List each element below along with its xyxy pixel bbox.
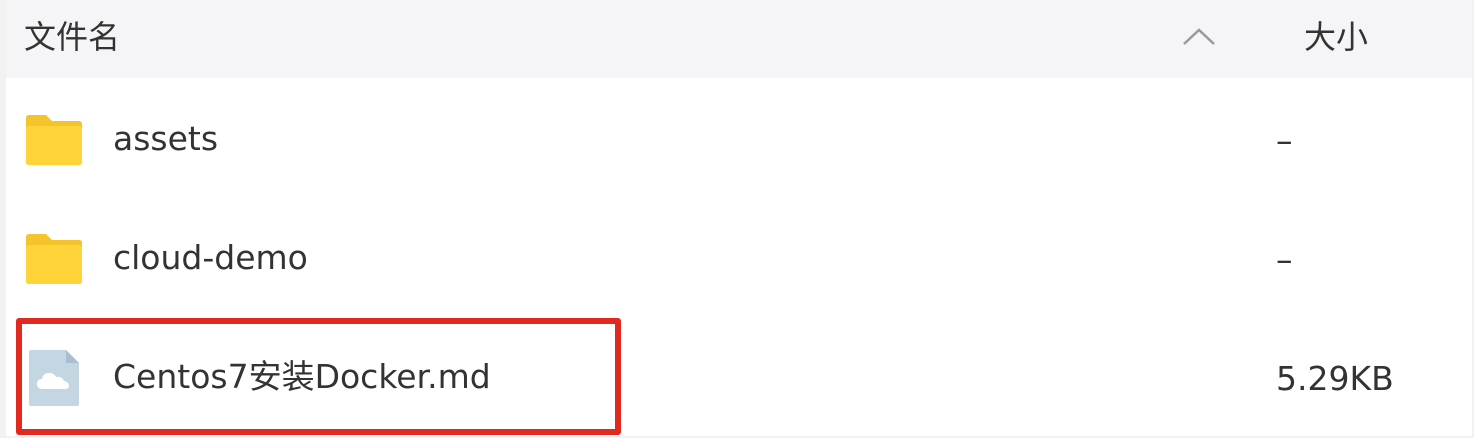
chevron-up-icon[interactable] xyxy=(1180,22,1218,52)
file-name: cloud-demo xyxy=(113,238,308,277)
folder-icon xyxy=(26,115,82,165)
name-column-header[interactable]: 文件名 xyxy=(24,17,120,57)
file-size: – xyxy=(1276,121,1293,160)
file-row-cloud-demo[interactable]: cloud-demo – xyxy=(6,199,1472,317)
file-size: 5.29KB xyxy=(1276,359,1394,398)
file-name: assets xyxy=(113,119,219,158)
folder-icon xyxy=(26,234,82,284)
size-column-header[interactable]: 大小 xyxy=(1304,17,1368,57)
file-list-header: 文件名 大小 xyxy=(6,0,1472,78)
file-row-assets[interactable]: assets – xyxy=(6,80,1472,198)
file-size: – xyxy=(1276,240,1293,279)
highlight-annotation-box xyxy=(16,318,621,435)
